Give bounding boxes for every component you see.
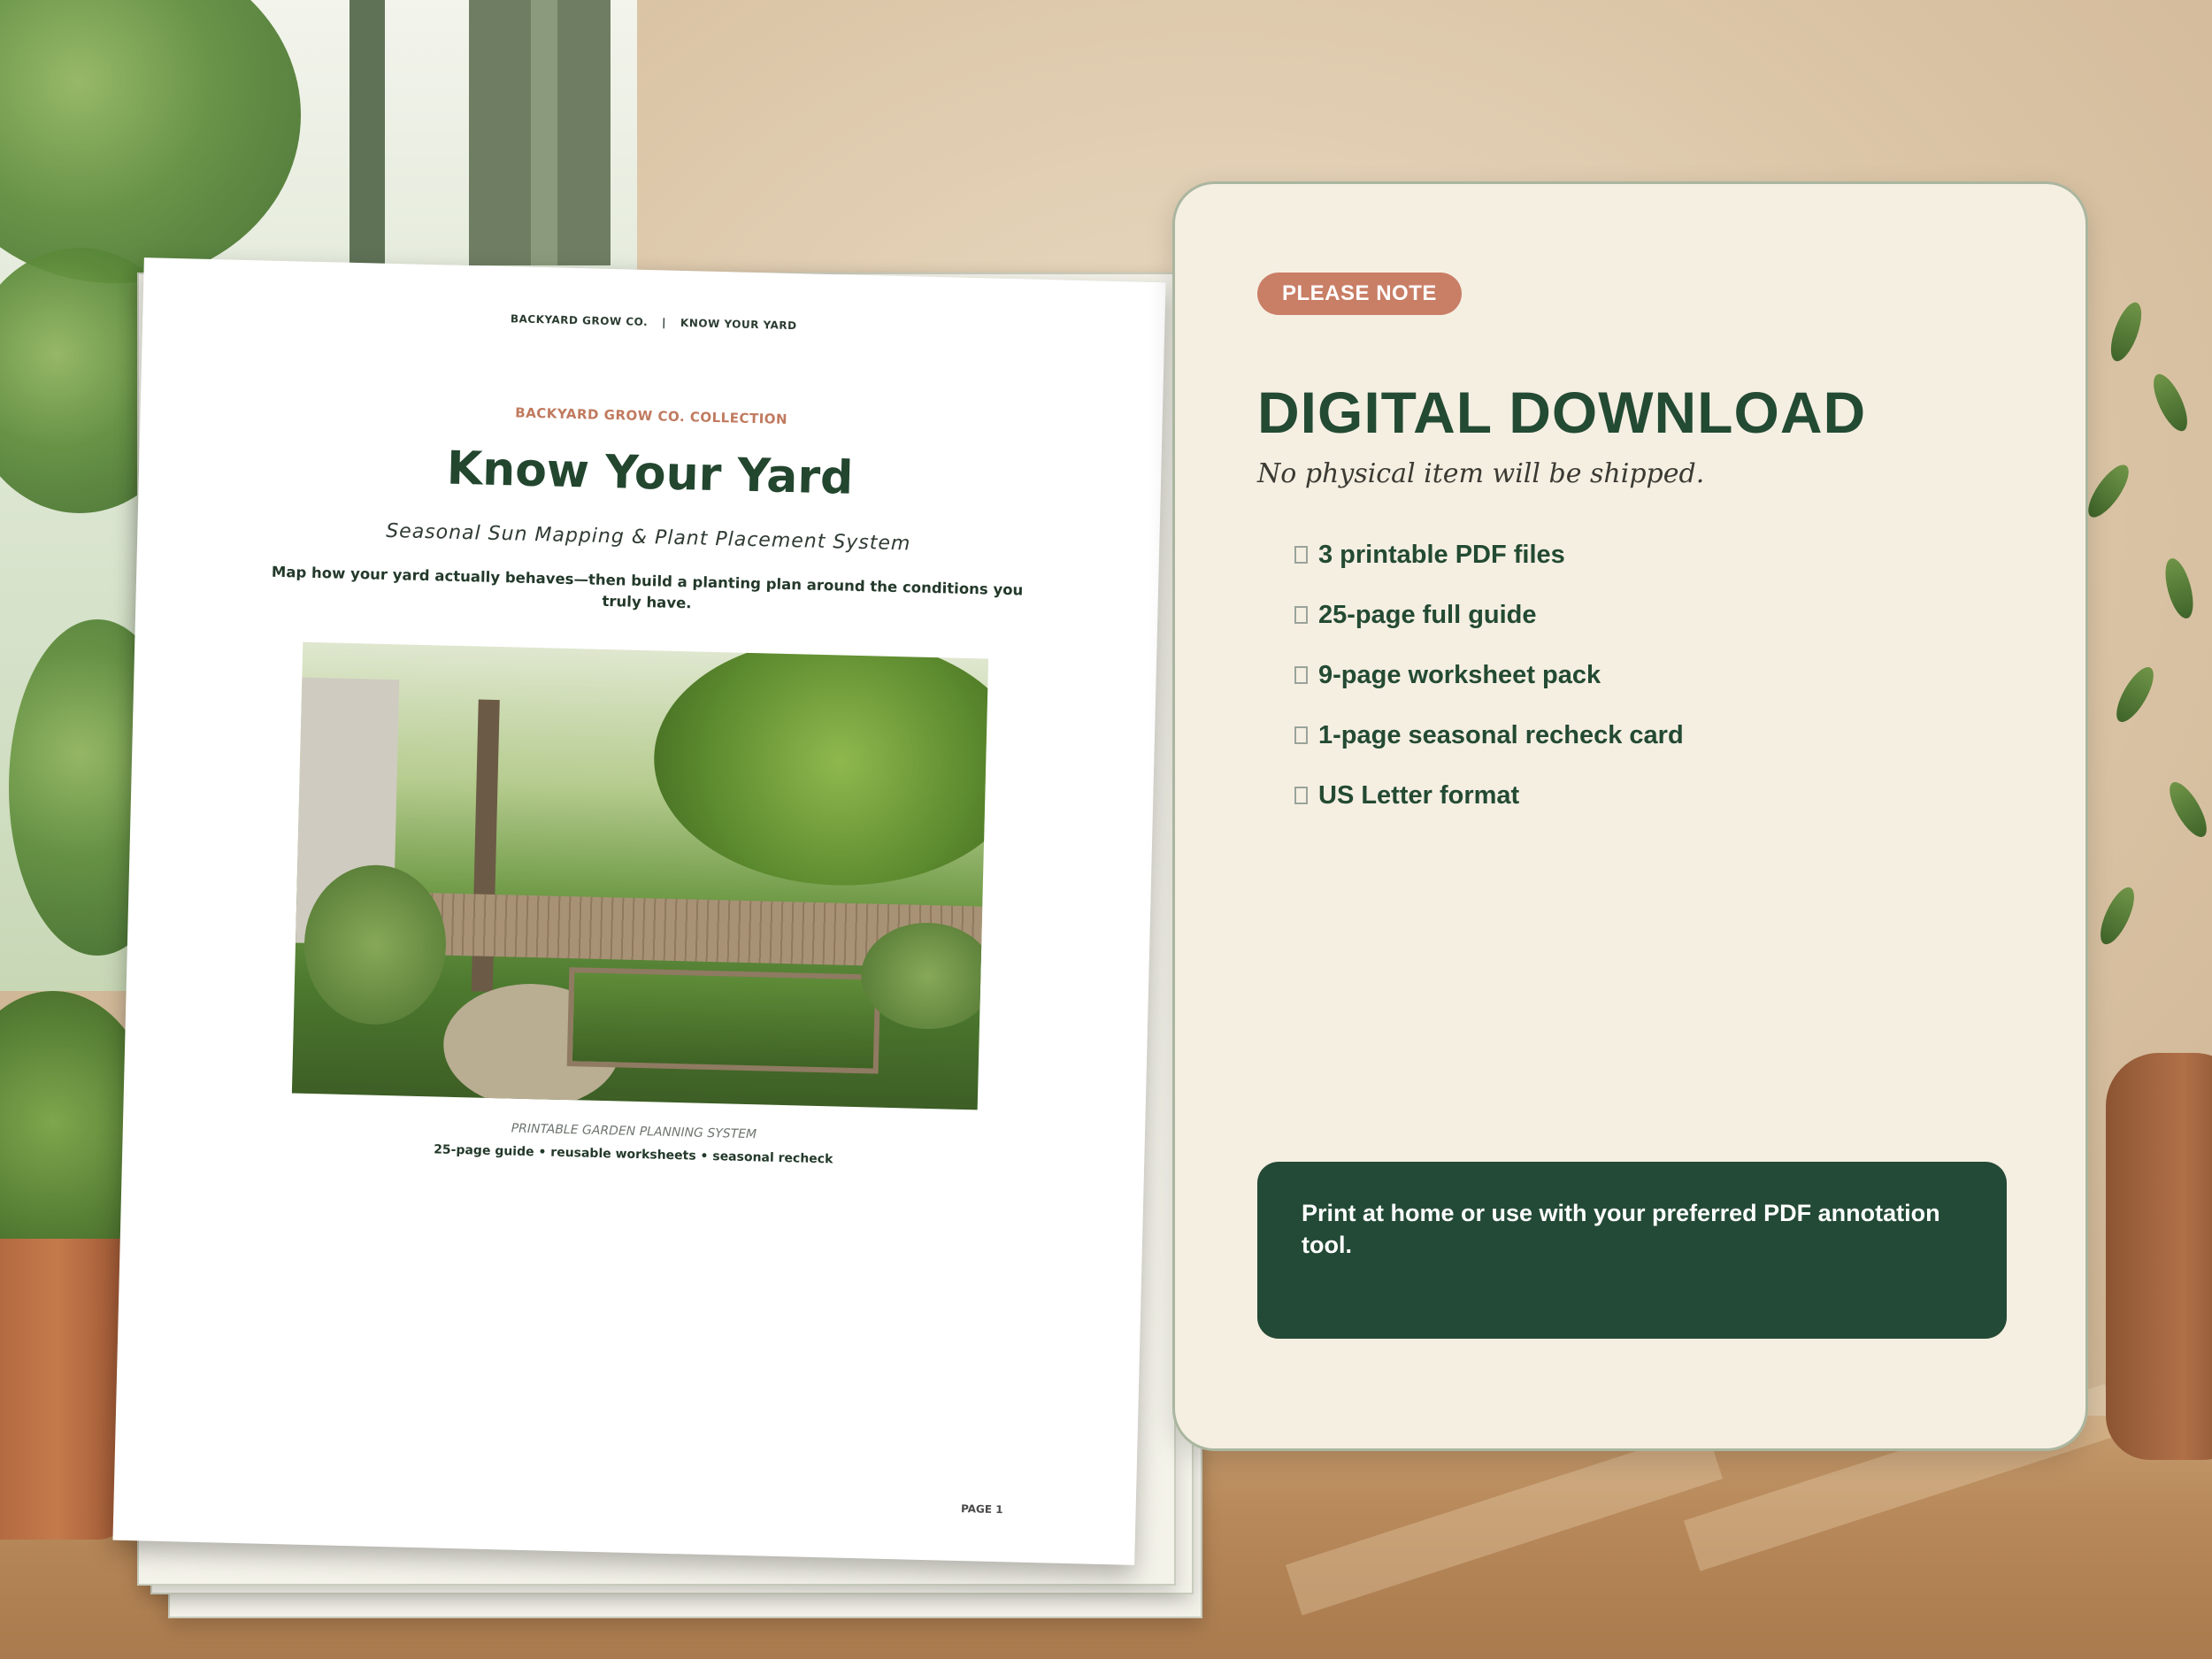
checkbox-icon bbox=[1294, 726, 1308, 744]
window-frame bbox=[349, 0, 385, 265]
leaf bbox=[2147, 369, 2194, 436]
feature-list: 3 printable PDF files 25-page full guide… bbox=[1294, 525, 1684, 826]
feature-item: 9-page worksheet pack bbox=[1294, 645, 1684, 705]
foliage bbox=[0, 0, 301, 283]
document-description: Map how your yard actually behaves—then … bbox=[271, 563, 1024, 612]
leaf bbox=[2162, 777, 2212, 842]
checkbox-icon bbox=[1294, 546, 1308, 564]
leaf bbox=[2093, 882, 2141, 949]
clay-pot bbox=[0, 1239, 133, 1540]
header-separator: | bbox=[661, 316, 667, 329]
backyard-garden-photo bbox=[291, 641, 989, 1110]
raised-garden-bed bbox=[566, 967, 881, 1074]
checkbox-icon bbox=[1294, 666, 1308, 684]
please-note-badge: PLEASE NOTE bbox=[1257, 273, 1462, 315]
header-brand: BACKYARD GROW CO. bbox=[510, 312, 649, 329]
checkbox-icon bbox=[1294, 606, 1308, 624]
feature-item: 25-page full guide bbox=[1294, 585, 1684, 645]
feature-label: US Letter format bbox=[1318, 780, 1520, 810]
document-subtitle: Seasonal Sun Mapping & Plant Placement S… bbox=[385, 519, 911, 556]
feature-item: 3 printable PDF files bbox=[1294, 525, 1684, 585]
panel-title: DIGITAL DOWNLOAD bbox=[1257, 380, 1867, 445]
feature-item: 1-page seasonal recheck card bbox=[1294, 705, 1684, 765]
feature-label: 1-page seasonal recheck card bbox=[1318, 720, 1684, 749]
document-title: Know Your Yard bbox=[446, 442, 854, 505]
leaf bbox=[2109, 662, 2161, 727]
feature-label: 9-page worksheet pack bbox=[1318, 660, 1601, 689]
panel-subtitle: No physical item will be shipped. bbox=[1257, 458, 1705, 489]
feature-item: US Letter format bbox=[1294, 765, 1684, 826]
light-streak bbox=[1285, 1428, 1724, 1616]
clay-vase bbox=[2106, 1053, 2212, 1460]
header-product: KNOW YOUR YARD bbox=[680, 316, 797, 333]
feature-label: 25-page full guide bbox=[1318, 600, 1537, 629]
checkbox-icon bbox=[1294, 787, 1308, 804]
leaf bbox=[2104, 298, 2148, 365]
page-header: BACKYARD GROW CO. | KNOW YOUR YARD bbox=[142, 303, 1164, 341]
leaf bbox=[2160, 555, 2199, 622]
olive-plant bbox=[2079, 265, 2212, 1062]
feature-label: 3 printable PDF files bbox=[1318, 540, 1565, 569]
document-cover-page: BACKYARD GROW CO. | KNOW YOUR YARD BACKYAR… bbox=[112, 257, 1166, 1565]
collection-label: BACKYARD GROW CO. COLLECTION bbox=[515, 404, 788, 427]
page-number: PAGE 1 bbox=[960, 1502, 1003, 1517]
window-frame bbox=[531, 0, 557, 265]
leaf bbox=[2081, 458, 2136, 524]
print-note: Print at home or use with your preferred… bbox=[1257, 1162, 2007, 1339]
info-panel: PLEASE NOTE DIGITAL DOWNLOAD No physical… bbox=[1172, 181, 2088, 1451]
tree-canopy bbox=[650, 641, 989, 890]
